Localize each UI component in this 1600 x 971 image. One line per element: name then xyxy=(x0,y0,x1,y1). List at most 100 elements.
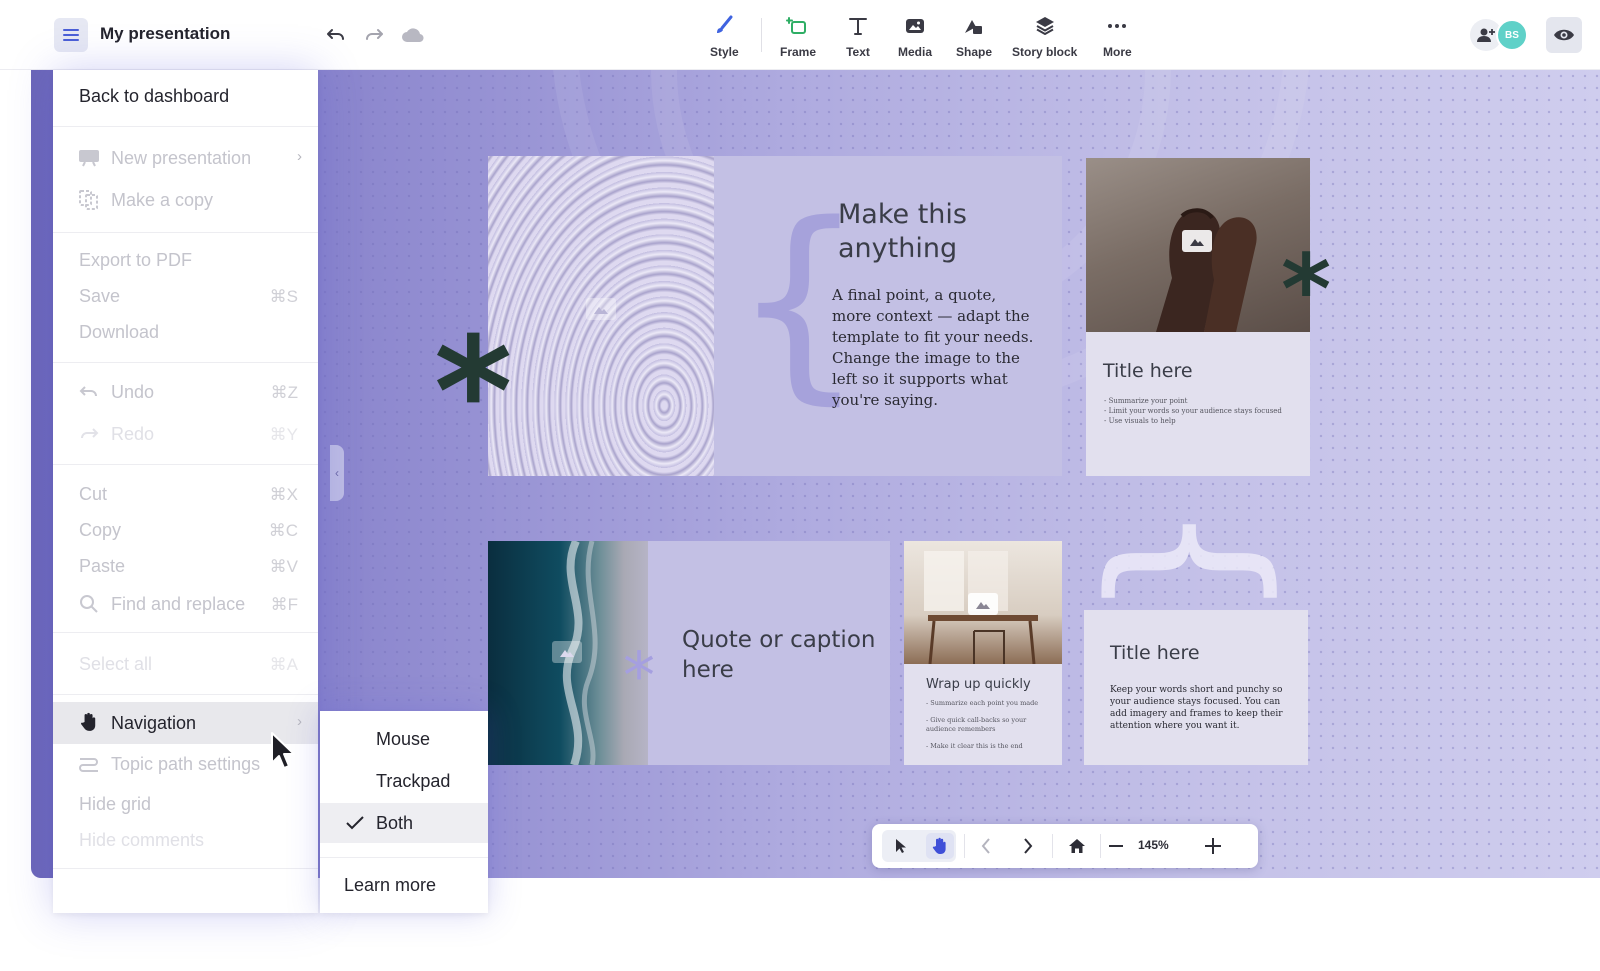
media-icon xyxy=(906,19,924,33)
text-tool-button[interactable]: Text xyxy=(846,14,870,62)
pointer-arrow-icon xyxy=(896,839,906,853)
shape-tool-button[interactable]: Shape xyxy=(956,14,992,62)
slide-3-panel[interactable]: Quote or caption here xyxy=(648,541,890,765)
menu-item-label: Copy xyxy=(79,520,122,540)
select-pointer-button[interactable] xyxy=(888,833,914,859)
shortcut-label: ⌘F xyxy=(270,595,298,614)
presentation-icon xyxy=(78,148,100,168)
image-placeholder-icon xyxy=(968,593,998,615)
hamburger-menu-button[interactable] xyxy=(54,18,88,52)
menu-item-export-pdf[interactable]: Export to PDF xyxy=(53,242,318,278)
submenu-learn-more-link[interactable]: Learn more xyxy=(320,865,488,905)
menu-divider xyxy=(53,362,318,363)
menu-divider xyxy=(53,464,318,465)
menu-item-label: Redo xyxy=(111,424,155,444)
slide-4-card[interactable]: Wrap up quickly - Summarize each point y… xyxy=(904,541,1062,765)
slide-5-card[interactable]: Title here Keep your words short and pun… xyxy=(1084,610,1308,765)
more-tool-button[interactable]: More xyxy=(1103,14,1132,62)
submenu-item-trackpad[interactable]: Trackpad xyxy=(320,761,488,801)
menu-item-copy[interactable]: Copy ⌘C xyxy=(53,512,318,548)
document-title[interactable]: My presentation xyxy=(100,24,230,44)
undo-button[interactable] xyxy=(323,22,349,48)
menu-item-label: New presentation xyxy=(111,148,252,168)
image-placeholder-icon xyxy=(1182,230,1212,252)
menu-item-label: Cut xyxy=(79,484,108,504)
chevron-right-icon xyxy=(1024,838,1033,854)
slide-4-bullets[interactable]: - Summarize each point you made - Give q… xyxy=(926,699,1038,751)
menu-item-select-all[interactable]: Select all ⌘A xyxy=(53,646,318,682)
zoom-level[interactable]: 145% xyxy=(1138,838,1169,852)
menu-item-download[interactable]: Download xyxy=(53,314,318,350)
slide-5-body[interactable]: Keep your words short and punchy so your… xyxy=(1110,684,1290,732)
menu-divider xyxy=(53,632,318,633)
preview-button[interactable] xyxy=(1546,17,1582,53)
redo-icon xyxy=(366,29,383,40)
slide-1-title[interactable]: Make this anything xyxy=(838,198,1038,266)
menu-divider xyxy=(320,857,488,858)
slide-2-card[interactable]: Title here - Summarize your point - Limi… xyxy=(1086,158,1310,476)
menu-item-find-replace[interactable]: Find and replace ⌘F xyxy=(53,586,318,622)
navigation-submenu: Mouse Trackpad Both Learn more xyxy=(320,711,488,913)
submenu-item-label: Mouse xyxy=(376,729,431,749)
menu-item-hide-comments[interactable]: Hide comments xyxy=(53,822,318,858)
slide-5-title[interactable]: Title here xyxy=(1110,642,1200,664)
avatar[interactable]: BS xyxy=(1496,19,1528,51)
undo-icon xyxy=(327,29,344,40)
chevron-left-icon xyxy=(981,838,990,854)
frame-tool-button[interactable]: Frame xyxy=(780,14,816,62)
previous-step-button[interactable] xyxy=(972,832,1000,860)
menu-item-hide-grid[interactable]: Hide grid xyxy=(53,786,318,822)
slide-1-panel[interactable]: { Make this anything A final point, a qu… xyxy=(714,156,1062,476)
menu-item-cut[interactable]: Cut ⌘X xyxy=(53,476,318,512)
menu-item-new-presentation[interactable]: New presentation › xyxy=(53,140,318,176)
slide-4-title[interactable]: Wrap up quickly xyxy=(926,677,1031,692)
menu-item-paste[interactable]: Paste ⌘V xyxy=(53,548,318,584)
submenu-item-both[interactable]: Both xyxy=(320,803,488,843)
top-toolbar: My presentation Style Frame Text Media S… xyxy=(0,0,1600,70)
style-tool-button[interactable]: Style xyxy=(710,14,739,62)
menu-item-undo[interactable]: Undo ⌘Z xyxy=(53,374,318,410)
menu-divider xyxy=(53,694,318,695)
collaborators: BS xyxy=(1470,19,1530,51)
hand-pan-button[interactable] xyxy=(926,833,954,859)
next-step-button[interactable] xyxy=(1014,832,1042,860)
redo-icon xyxy=(78,424,100,444)
zoom-in-button[interactable] xyxy=(1199,832,1227,860)
slide-1-body[interactable]: A final point, a quote, more context — a… xyxy=(832,285,1037,411)
menu-item-save[interactable]: Save ⌘S xyxy=(53,278,318,314)
zoom-out-button[interactable] xyxy=(1102,832,1130,860)
slide-2-bullets[interactable]: - Summarize your point - Limit your word… xyxy=(1104,396,1282,426)
shortcut-label: ⌘C xyxy=(268,521,298,540)
slide-3-title[interactable]: Quote or caption here xyxy=(682,625,882,685)
collapse-panel-handle[interactable]: ‹ xyxy=(330,445,344,501)
shortcut-label: ⌘X xyxy=(269,485,298,504)
asterisk-decoration: * xyxy=(434,306,513,480)
menu-item-label: Hide comments xyxy=(79,830,205,850)
media-tool-button[interactable]: Media xyxy=(898,14,932,62)
menu-item-label: Topic path settings xyxy=(111,754,261,774)
submenu-item-label: Learn more xyxy=(344,875,437,895)
frame-tool-label: Frame xyxy=(780,45,817,59)
mouse-cursor-icon xyxy=(270,731,296,776)
slide-2-title[interactable]: Title here xyxy=(1103,360,1193,382)
menu-item-label: Back to dashboard xyxy=(79,86,230,106)
menu-item-make-copy[interactable]: Make a copy xyxy=(53,182,318,218)
bullet-item: - Use visuals to help xyxy=(1104,417,1176,425)
asterisk-decoration: * xyxy=(1281,234,1332,346)
main-menu: Back to dashboard New presentation › Mak… xyxy=(53,70,318,913)
story-block-tool-button[interactable]: Story block xyxy=(1012,14,1077,62)
menu-item-label: Hide grid xyxy=(79,794,152,814)
home-button[interactable] xyxy=(1062,832,1092,860)
frame-icon xyxy=(786,17,807,34)
redo-button[interactable] xyxy=(361,22,387,48)
chevron-right-icon: › xyxy=(297,148,302,165)
shortcut-label: ⌘A xyxy=(269,655,298,674)
menu-item-label: Find and replace xyxy=(111,594,246,614)
slide-1-image[interactable] xyxy=(488,156,714,476)
brush-icon xyxy=(717,15,733,33)
submenu-item-mouse[interactable]: Mouse xyxy=(320,719,488,759)
menu-item-back-to-dashboard[interactable]: Back to dashboard xyxy=(53,78,318,114)
bullet-item: audience remembers xyxy=(926,725,996,733)
menu-item-redo[interactable]: Redo ⌘Y xyxy=(53,416,318,452)
menu-divider xyxy=(53,868,318,869)
